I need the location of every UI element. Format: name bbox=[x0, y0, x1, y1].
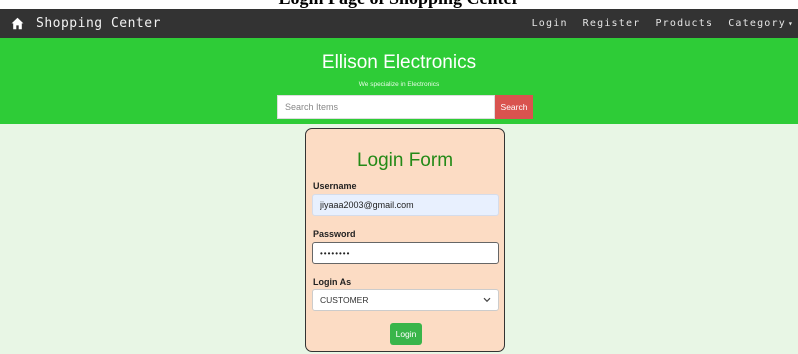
username-field[interactable] bbox=[312, 194, 499, 216]
home-icon bbox=[11, 17, 24, 30]
nav-link-products[interactable]: Products bbox=[655, 18, 713, 29]
category-label: Category bbox=[728, 18, 786, 29]
caret-down-icon: ▾ bbox=[787, 19, 794, 28]
username-label: Username bbox=[313, 181, 357, 191]
nav-link-register[interactable]: Register bbox=[583, 18, 641, 29]
brand-name: Shopping Center bbox=[36, 16, 161, 31]
nav-dropdown-category[interactable]: Category ▾ bbox=[728, 18, 794, 29]
page-caption: Login Page of Shopping Center bbox=[0, 0, 798, 9]
login-as-value: CUSTOMER bbox=[320, 295, 369, 305]
top-navbar: Shopping Center Login Register Products … bbox=[0, 9, 798, 38]
login-form-title: Login Form bbox=[356, 150, 454, 171]
search-input[interactable] bbox=[277, 95, 495, 119]
store-title: Ellison Electronics bbox=[321, 52, 477, 73]
password-label: Password bbox=[313, 229, 356, 239]
login-form-card: Login Form Username Password Login As CU… bbox=[305, 128, 505, 352]
search-button[interactable]: Search bbox=[495, 95, 533, 119]
navbar-brand[interactable]: Shopping Center bbox=[11, 9, 161, 38]
nav-link-login[interactable]: Login bbox=[532, 18, 568, 29]
login-as-select[interactable]: CUSTOMER bbox=[312, 289, 499, 311]
login-as-label: Login As bbox=[313, 277, 352, 287]
login-button[interactable]: Login bbox=[390, 323, 422, 345]
password-field[interactable] bbox=[312, 242, 499, 264]
store-subtitle: We specialize in Electronics bbox=[358, 81, 440, 88]
nav-links: Login Register Products Category ▾ bbox=[517, 9, 794, 38]
chevron-down-icon bbox=[483, 296, 491, 305]
caption-text: Login Page of Shopping Center bbox=[0, 0, 798, 9]
